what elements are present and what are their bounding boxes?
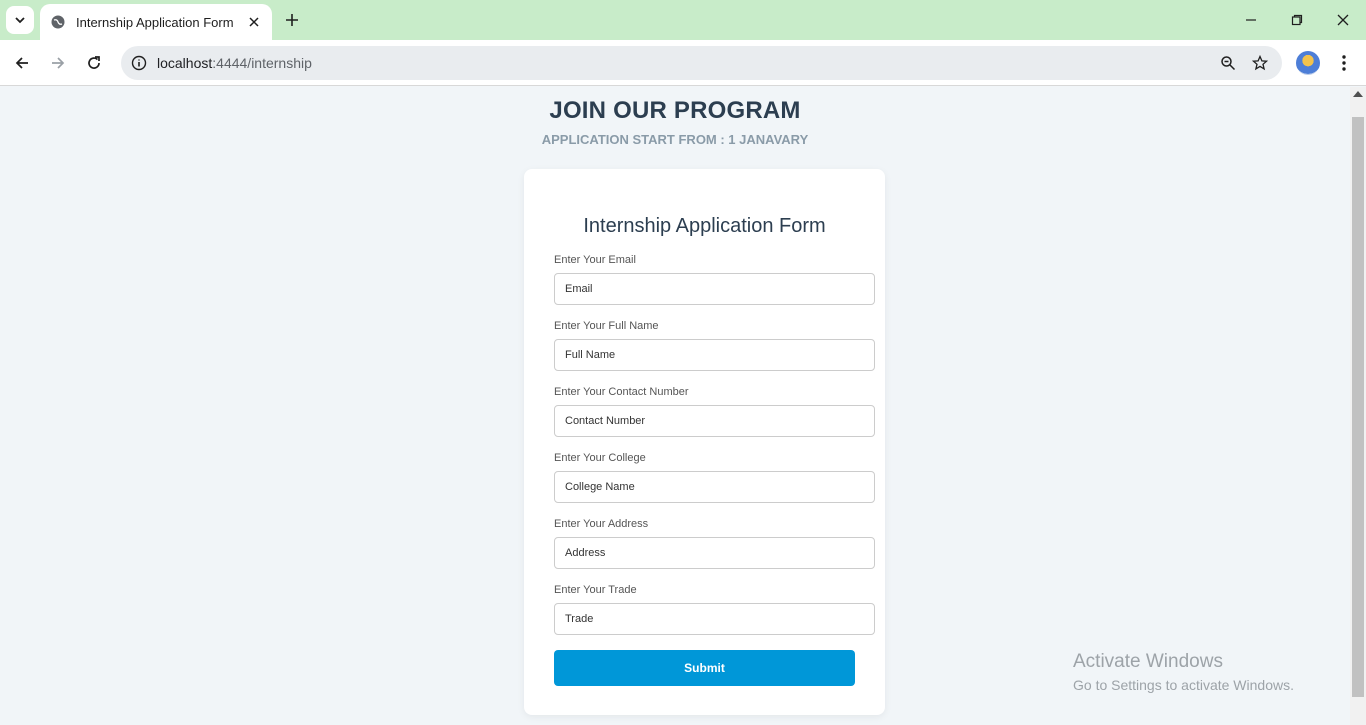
browser-menu-button[interactable] <box>1332 49 1356 77</box>
college-label: Enter Your College <box>554 452 646 464</box>
trade-label: Enter Your Trade <box>554 584 637 596</box>
watermark-title: Activate Windows <box>1073 651 1223 672</box>
trade-field[interactable] <box>554 603 875 635</box>
window-close-button[interactable] <box>1320 0 1366 40</box>
scroll-up-arrow-icon[interactable] <box>1353 91 1363 97</box>
zoom-icon[interactable] <box>1216 51 1240 75</box>
reload-icon <box>88 56 100 69</box>
page-scrollbar[interactable] <box>1350 87 1366 725</box>
minimize-icon <box>1246 19 1256 21</box>
info-icon[interactable] <box>131 55 147 71</box>
url-host: localhost <box>157 55 213 71</box>
restore-button[interactable] <box>1274 0 1320 40</box>
new-tab-button[interactable] <box>280 8 304 32</box>
form-title: Internship Application Form <box>583 215 826 237</box>
plus-icon <box>286 14 298 26</box>
reload-button[interactable] <box>80 49 108 77</box>
globe-icon <box>51 15 65 29</box>
browser-toolbar: localhost:4444/internship <box>0 40 1366 86</box>
browser-titlebar: Internship Application Form <box>0 0 1366 40</box>
close-icon <box>1337 14 1349 26</box>
email-label: Enter Your Email <box>554 254 636 266</box>
address-label: Enter Your Address <box>554 518 649 530</box>
arrow-right-icon <box>52 57 65 69</box>
email-field[interactable] <box>554 273 875 305</box>
contact-number-label: Enter Your Contact Number <box>554 386 689 398</box>
more-vert-icon <box>1342 55 1346 71</box>
minimize-button[interactable] <box>1228 0 1274 40</box>
bookmark-star-icon[interactable] <box>1248 51 1272 75</box>
full-name-label: Enter Your Full Name <box>554 320 659 332</box>
chevron-down-icon <box>15 17 25 24</box>
url-text: localhost:4444/internship <box>157 55 1208 71</box>
page-content: JOIN OUR PROGRAM APPLICATION START FROM … <box>0 87 1350 725</box>
scrollbar-thumb[interactable] <box>1352 117 1364 697</box>
tab-title: Internship Application Form <box>76 14 234 30</box>
profile-avatar[interactable] <box>1296 51 1320 75</box>
arrow-left-icon <box>15 57 28 69</box>
restore-icon <box>1291 14 1303 26</box>
activation-watermark: Activate Windows Go to Settings to activ… <box>1073 651 1294 693</box>
tab-close-icon[interactable] <box>246 14 262 30</box>
tab-search-button[interactable] <box>6 6 34 34</box>
contact-number-field[interactable] <box>554 405 875 437</box>
forward-button[interactable] <box>44 49 72 77</box>
submit-button[interactable]: Submit <box>554 650 855 686</box>
application-form-card: Internship Application Form Enter Your E… <box>524 169 885 715</box>
full-name-field[interactable] <box>554 339 875 371</box>
watermark-subtitle: Go to Settings to activate Windows. <box>1073 677 1294 693</box>
address-field[interactable] <box>554 537 875 569</box>
college-field[interactable] <box>554 471 875 503</box>
address-bar[interactable]: localhost:4444/internship <box>121 46 1282 80</box>
url-path: :4444/internship <box>212 55 312 71</box>
page-subtitle: APPLICATION START FROM : 1 JANAVARY <box>541 132 809 147</box>
page-title: JOIN OUR PROGRAM <box>549 97 801 124</box>
browser-tab[interactable]: Internship Application Form <box>40 4 272 40</box>
back-button[interactable] <box>8 49 36 77</box>
